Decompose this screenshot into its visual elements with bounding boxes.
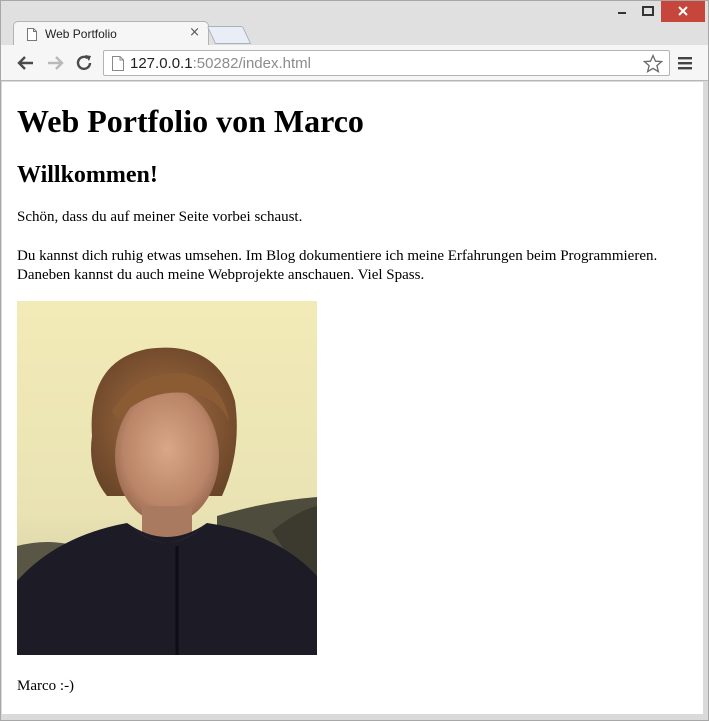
address-bar[interactable]: 127.0.0.1:50282/index.html <box>103 50 670 76</box>
browser-toolbar: 127.0.0.1:50282/index.html <box>1 45 708 81</box>
menu-icon[interactable] <box>677 55 693 71</box>
close-window-icon[interactable] <box>661 1 705 22</box>
intro-paragraph: Schön, dass du auf meiner Seite vorbei s… <box>17 209 303 225</box>
bookmark-star-icon[interactable] <box>643 54 663 74</box>
page-favicon-icon <box>27 28 37 41</box>
url-text: 127.0.0.1:50282/index.html <box>130 55 311 72</box>
tab-title: Web Portfolio <box>45 27 117 41</box>
page-content: Web Portfolio von Marco Willkommen! Schö… <box>2 82 703 714</box>
title-bar: Web Portfolio × <box>1 1 708 46</box>
reload-icon[interactable] <box>73 52 95 74</box>
tab-close-icon[interactable]: × <box>189 25 200 40</box>
page-icon <box>112 56 124 71</box>
url-path: :50282/index.html <box>192 55 311 72</box>
new-tab-button[interactable] <box>206 26 252 44</box>
window-frame-bottom <box>1 714 708 720</box>
forward-arrow-icon[interactable] <box>44 52 66 74</box>
portrait-photo <box>17 301 317 655</box>
description-paragraph: Du kannst dich ruhig etwas umsehen. Im B… <box>17 248 658 283</box>
page-title: Web Portfolio von Marco <box>17 103 364 139</box>
signature: Marco :-) <box>17 678 75 694</box>
browser-tab[interactable]: Web Portfolio × <box>13 21 209 46</box>
welcome-heading: Willkommen! <box>17 162 158 188</box>
minimize-icon[interactable] <box>609 1 635 22</box>
back-arrow-icon[interactable] <box>15 52 37 74</box>
browser-window: Web Portfolio × 127.0.0.1:50282/index.ht… <box>0 0 709 721</box>
url-host: 127.0.0.1 <box>130 55 193 72</box>
maximize-icon[interactable] <box>635 1 661 22</box>
